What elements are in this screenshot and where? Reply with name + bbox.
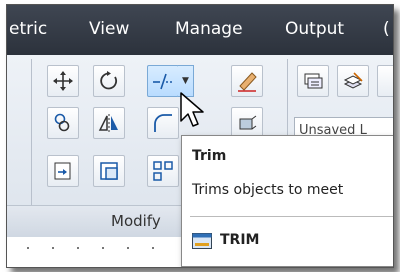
- application-window: etric View Manage Output ( ▼ Unsaved L M…: [6, 4, 394, 268]
- array-button[interactable]: [147, 155, 179, 187]
- layer-properties-icon: [304, 73, 323, 89]
- erase-icon: [238, 72, 257, 92]
- grid-dot: [77, 247, 79, 249]
- layer-extra-button[interactable]: [377, 65, 393, 97]
- tooltip-title: Trim: [192, 148, 227, 164]
- array-icon: [153, 161, 173, 181]
- copy-button[interactable]: [47, 107, 79, 139]
- layer-state-button[interactable]: [337, 65, 369, 97]
- rotate-icon: [100, 71, 118, 90]
- tooltip-divider: [190, 216, 393, 217]
- layer-properties-button[interactable]: [297, 65, 329, 97]
- menu-item-view[interactable]: View: [89, 19, 129, 39]
- move-button[interactable]: [47, 65, 79, 97]
- trim-tooltip: Trim Trims objects to meet TRIM: [181, 135, 393, 267]
- command-line-icon: [192, 233, 212, 249]
- fillet-button[interactable]: [147, 107, 179, 139]
- tooltip-description: Trims objects to meet: [192, 182, 344, 198]
- menu-bar: etric View Manage Output (: [7, 5, 393, 55]
- mirror-button[interactable]: [93, 107, 125, 139]
- menu-item-partial[interactable]: (: [383, 19, 390, 39]
- menu-item-manage[interactable]: Manage: [175, 19, 243, 39]
- rotate-button[interactable]: [93, 65, 125, 97]
- scale-icon: [100, 162, 118, 180]
- trim-icon: [153, 73, 173, 90]
- cursor-arrow-icon: [180, 92, 204, 127]
- erase-button[interactable]: [231, 65, 263, 97]
- explode-icon: [239, 115, 257, 130]
- grid-dot: [152, 247, 154, 249]
- scale-button[interactable]: [93, 155, 125, 187]
- modify-group-label[interactable]: Modify: [111, 212, 161, 230]
- stretch-button[interactable]: [47, 155, 79, 187]
- grid-dot: [102, 247, 104, 249]
- grid-dot: [52, 247, 54, 249]
- grid-dot: [127, 247, 129, 249]
- menu-item-parametric[interactable]: etric: [9, 19, 47, 39]
- tooltip-command-name: TRIM: [220, 232, 260, 248]
- stretch-icon: [54, 162, 71, 180]
- trim-button[interactable]: [147, 65, 179, 97]
- grid-dot: [27, 247, 29, 249]
- fillet-icon: [154, 114, 172, 132]
- layer-state-icon: [343, 72, 363, 89]
- copy-icon: [54, 113, 70, 132]
- move-icon: [53, 71, 73, 91]
- mirror-icon: [98, 114, 118, 132]
- menu-item-output[interactable]: Output: [285, 19, 344, 39]
